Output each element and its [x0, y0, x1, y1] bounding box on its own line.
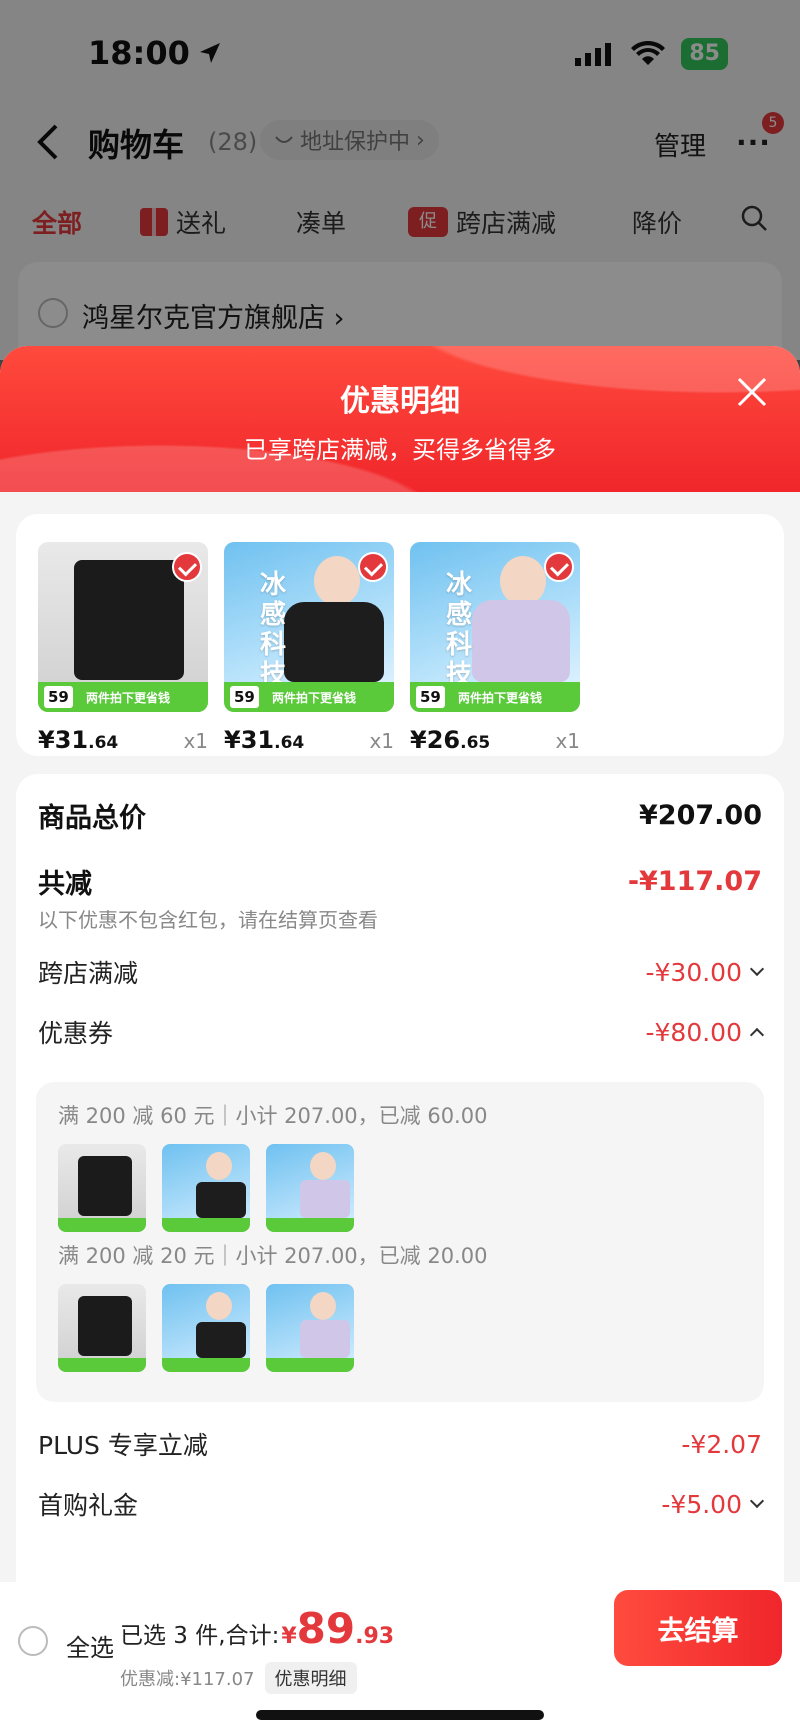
coupon-breakdown: 满 200 减 60 元｜小计 207.00，已减 60.00 满 200 减 … [36, 1082, 764, 1402]
discount-detail-button[interactable]: 优惠明细 [264, 1662, 357, 1694]
coupon-thumbnails [58, 1284, 354, 1372]
chevron-up-icon [749, 1027, 765, 1043]
product-thumbnail [266, 1144, 354, 1232]
product-garment [472, 600, 570, 682]
product-image: 冰感科技 59 两件拍下更省钱 [410, 542, 580, 712]
coupon-row[interactable]: 优惠券 -¥80.00 [38, 1014, 765, 1050]
total-reduce-label: 共减 [38, 869, 92, 900]
coupon-line: 满 200 减 60 元｜小计 207.00，已减 60.00 [58, 1104, 488, 1128]
plus-discount-value: -¥2.07 [681, 1429, 762, 1459]
coupon-line: 满 200 减 20 元｜小计 207.00，已减 20.00 [58, 1244, 488, 1268]
sheet-header: 优惠明细 已享跨店满减，买得多省得多 [0, 346, 800, 492]
cross-store-value: -¥30.00 [646, 958, 765, 987]
product-price: ¥26.65 [410, 726, 491, 754]
product-price-row: ¥31.64 x1 [224, 726, 394, 754]
first-buy-value: -¥5.00 [661, 1490, 765, 1519]
selected-products: 59 两件拍下更省钱 ¥31.64 x1 冰感科技 59 两件拍下更省钱 ¥31… [16, 514, 784, 756]
product-price-row: ¥26.65 x1 [410, 726, 580, 754]
product-thumbnail [58, 1144, 146, 1232]
total-price-row: 商品总价 ¥207.00 [38, 796, 762, 835]
product-price: ¥31.64 [224, 726, 305, 754]
reduce-note: 以下优惠不包含红包，请在结算页查看 [38, 908, 378, 932]
select-all-label[interactable]: 全选 [66, 1628, 114, 1663]
total-reduce-value: -¥117.07 [627, 866, 762, 897]
checked-icon [172, 552, 202, 582]
total-amount-dec: .93 [355, 1624, 395, 1649]
chevron-down-icon [749, 961, 765, 977]
first-buy-row[interactable]: 首购礼金 -¥5.00 [38, 1486, 765, 1522]
total-price-label: 商品总价 [38, 803, 146, 834]
product-item[interactable]: 冰感科技 59 两件拍下更省钱 ¥26.65 x1 [410, 542, 580, 754]
total-price-value: ¥207.00 [639, 800, 762, 831]
selected-count-text: 已选 3 件,合计: [120, 1623, 280, 1649]
promo-strip-text: 两件拍下更省钱 [272, 691, 357, 705]
cross-store-label: 跨店满减 [38, 959, 139, 988]
product-price: ¥31.64 [38, 726, 119, 754]
product-thumbnail [162, 1144, 250, 1232]
product-tag: 冰感科技 [260, 570, 287, 690]
model-head [314, 556, 360, 606]
product-price-row: ¥31.64 x1 [38, 726, 208, 754]
coupon-label: 优惠券 [38, 1019, 114, 1048]
total-reduce-row: 共减 -¥117.07 [38, 862, 762, 901]
sheet-subtitle: 已享跨店满减，买得多省得多 [244, 436, 556, 464]
model-head [500, 556, 546, 606]
promo-strip-text: 两件拍下更省钱 [86, 691, 171, 705]
discount-summary: 优惠减:¥117.07 优惠明细 [120, 1662, 357, 1694]
chevron-down-icon [749, 1493, 765, 1509]
promo-price-chip: 59 [44, 686, 73, 708]
product-item[interactable]: 59 两件拍下更省钱 ¥31.64 x1 [38, 542, 208, 754]
promo-strip-text: 两件拍下更省钱 [458, 691, 543, 705]
product-image: 冰感科技 59 两件拍下更省钱 [224, 542, 394, 712]
product-garment [74, 560, 184, 680]
product-tag: 冰感科技 [446, 570, 473, 690]
product-thumbnail [58, 1284, 146, 1372]
product-qty: x1 [555, 729, 580, 753]
product-image: 59 两件拍下更省钱 [38, 542, 208, 712]
coupon-value: -¥80.00 [646, 1018, 765, 1047]
promo-price-chip: 59 [416, 686, 445, 708]
product-item[interactable]: 冰感科技 59 两件拍下更省钱 ¥31.64 x1 [224, 542, 394, 754]
coupon-thumbnails [58, 1144, 354, 1232]
discount-detail-sheet: 优惠明细 已享跨店满减，买得多省得多 59 两件拍下更省钱 ¥31.64 x1 … [0, 346, 800, 1735]
order-summary: 已选 3 件,合计: ¥ 89 .93 [120, 1604, 394, 1653]
product-garment [284, 602, 384, 682]
product-thumbnail [162, 1284, 250, 1372]
product-qty: x1 [369, 729, 394, 753]
checkout-button[interactable]: 去结算 [614, 1590, 782, 1666]
checked-icon [358, 552, 388, 582]
currency-symbol: ¥ [281, 1624, 297, 1649]
select-all-radio[interactable] [18, 1626, 48, 1656]
plus-discount-label: PLUS 专享立减 [38, 1431, 208, 1460]
first-buy-label: 首购礼金 [38, 1491, 139, 1520]
product-qty: x1 [183, 729, 208, 753]
promo-price-chip: 59 [230, 686, 259, 708]
close-icon[interactable] [736, 376, 768, 408]
product-thumbnail [266, 1284, 354, 1372]
home-indicator [256, 1710, 544, 1720]
total-amount-int: 89 [296, 1604, 356, 1653]
plus-discount-row: PLUS 专享立减 -¥2.07 [38, 1426, 762, 1462]
checked-icon [544, 552, 574, 582]
discount-amount: 优惠减:¥117.07 [120, 1669, 255, 1690]
cross-store-row[interactable]: 跨店满减 -¥30.00 [38, 954, 765, 990]
sheet-title: 优惠明细 [340, 384, 460, 419]
